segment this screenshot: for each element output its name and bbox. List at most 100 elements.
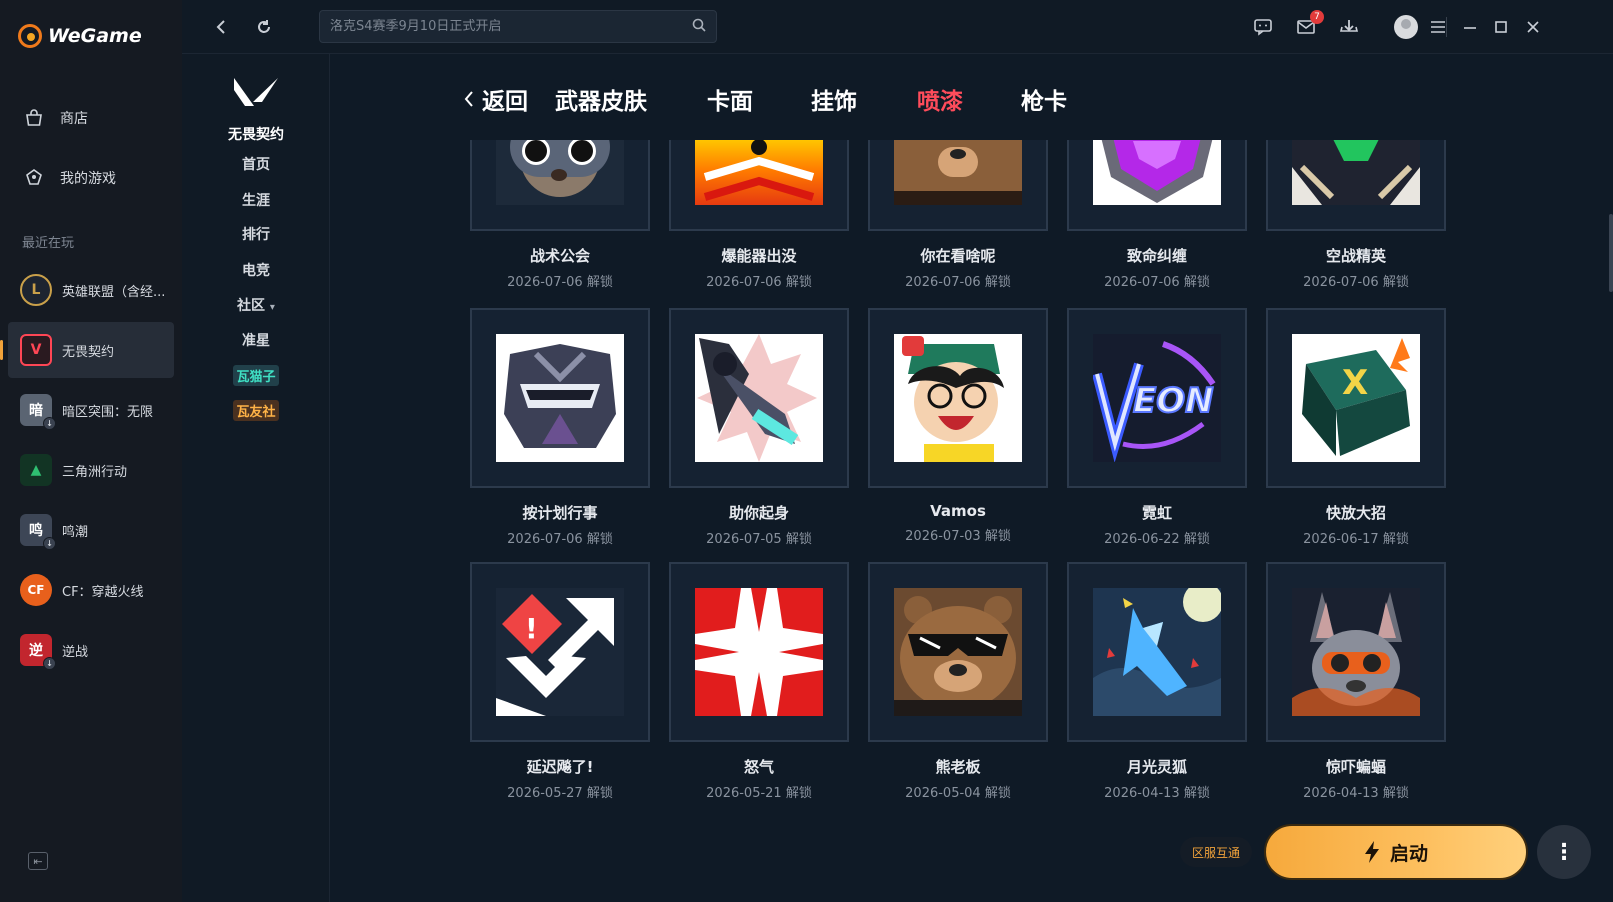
game-label: 英雄联盟（含经... [62, 284, 166, 300]
recent-game-wuthering-waves[interactable]: 鸣 ↓ 鸣潮 [8, 502, 174, 558]
recent-game-arena-breakout[interactable]: 暗 ↓ 暗区突围：无限 [8, 382, 174, 438]
spray-art-what-you-looking-at [894, 137, 1022, 205]
subnav-career[interactable]: 生涯 [182, 190, 330, 210]
back-arrow-icon[interactable] [208, 14, 234, 40]
tab-gun-cards[interactable]: 枪卡 [1021, 82, 1067, 116]
recent-game-crossfire[interactable]: CF CF：穿越火线 [8, 562, 174, 618]
recent-game-valorant[interactable]: V 无畏契约 [0, 322, 174, 378]
search-icon[interactable] [692, 18, 706, 36]
refresh-icon[interactable] [251, 14, 277, 40]
recent-game-lol[interactable]: L 英雄联盟（含经... [8, 262, 174, 318]
wegame-logo-icon [18, 24, 42, 48]
spray-unlock-date: 2026-07-03 解锁 [905, 529, 1011, 544]
lightning-icon [1364, 841, 1379, 863]
chat-icon[interactable] [1250, 14, 1276, 40]
wayoushe-badge: 瓦友社 [233, 400, 279, 421]
spray-frame [470, 137, 650, 231]
spray-art-fatal-entanglement [1093, 137, 1221, 205]
spray-card[interactable]: 爆能器出没 2026-07-06 解锁 [669, 137, 849, 290]
tab-weapon-skins[interactable]: 武器皮肤 [555, 82, 647, 116]
spray-unlock-date: 2026-07-06 解锁 [507, 275, 613, 290]
spray-title: 爆能器出没 [721, 247, 797, 265]
subnav-ranking[interactable]: 排行 [182, 224, 330, 244]
spray-art-help-you-up [695, 334, 823, 462]
spray-card[interactable]: 战术公会 2026-07-06 解锁 [470, 137, 650, 290]
spray-card[interactable]: X 快放大招 2026-06-17 解锁 [1266, 308, 1446, 547]
spray-title: 按计划行事 [522, 504, 598, 522]
download-icon: ↓ [43, 537, 56, 550]
crossfire-icon: CF [20, 574, 52, 606]
spray-unlock-date: 2026-06-17 解锁 [1303, 532, 1409, 547]
menu-icon[interactable] [1425, 14, 1451, 40]
spray-frame [1067, 137, 1247, 231]
spray-card[interactable]: 熊老板 2026-05-04 解锁 [868, 562, 1048, 801]
nav-store[interactable]: 商店 [22, 106, 88, 130]
subnav-crosshair[interactable]: 准星 [182, 330, 330, 350]
subnav-community[interactable]: 社区 ▾ [182, 295, 330, 315]
spray-art-according-to-plan [496, 334, 624, 462]
subnav-wayoushe[interactable]: 瓦友社 [182, 400, 330, 421]
recent-game-nizhan[interactable]: 逆 ↓ 逆战 [8, 622, 174, 678]
chevron-left-icon [464, 91, 473, 107]
maximize-icon[interactable] [1488, 14, 1514, 40]
minimize-icon[interactable] [1457, 14, 1483, 40]
region-interop-badge[interactable]: 区服互通 [1180, 837, 1253, 867]
spray-card[interactable]: 空战精英 2026-07-06 解锁 [1266, 137, 1446, 290]
user-avatar[interactable] [1394, 15, 1418, 39]
spray-title: 空战精英 [1325, 247, 1386, 265]
subnav-wamaozi[interactable]: 瓦猫子 [182, 365, 330, 386]
scrollbar[interactable] [1609, 214, 1613, 292]
valorant-v-icon [220, 74, 292, 124]
wegame-logo[interactable]: WeGame [18, 24, 142, 48]
spray-unlock-date: 2026-07-06 解锁 [706, 275, 812, 290]
download-manager-icon[interactable] [1336, 14, 1362, 40]
valorant-logo[interactable]: 无畏契约 [220, 74, 292, 144]
more-options-icon[interactable]: ⋮ [1537, 825, 1591, 879]
collapse-sidebar-icon[interactable]: ⇤ [28, 852, 48, 870]
spray-frame [669, 562, 849, 742]
spray-card[interactable]: 按计划行事 2026-07-06 解锁 [470, 308, 650, 547]
tab-sprays[interactable]: 喷漆 [917, 82, 963, 116]
spray-unlock-date: 2026-04-13 解锁 [1104, 786, 1210, 801]
spray-unlock-date: 2026-05-27 解锁 [507, 786, 613, 801]
spray-art-scary-bat [1292, 588, 1420, 716]
spray-card[interactable]: 月光灵狐 2026-04-13 解锁 [1067, 562, 1247, 801]
spray-card[interactable]: 怒气 2026-05-21 解锁 [669, 562, 849, 801]
spray-card[interactable]: Vamos 2026-07-03 解锁 [868, 308, 1048, 544]
spray-unlock-date: 2026-05-21 解锁 [706, 786, 812, 801]
spray-frame: EON [1067, 308, 1247, 488]
game-subnav: 无畏契约 首页 生涯 排行 电竞 社区 ▾ 准星 瓦猫子 瓦友社 [182, 54, 330, 902]
spray-art-tactical-guild [496, 137, 624, 205]
tab-cards[interactable]: 卡面 [707, 82, 753, 116]
spray-art-air-ace [1292, 137, 1420, 205]
spray-card[interactable]: EON 霓虹 2026-06-22 解锁 [1067, 308, 1247, 547]
spray-frame [669, 137, 849, 231]
delta-force-icon: ▲ [20, 454, 52, 486]
back-button[interactable]: 返回 [464, 82, 528, 116]
spray-title: Vamos [930, 502, 986, 520]
close-icon[interactable] [1520, 14, 1546, 40]
spray-card[interactable]: 致命纠缠 2026-07-06 解锁 [1067, 137, 1247, 290]
spray-title: 霓虹 [1141, 504, 1172, 522]
wuthering-waves-icon: 鸣 ↓ [20, 514, 56, 550]
subnav-esports[interactable]: 电竞 [182, 260, 330, 280]
launch-button[interactable]: 启动 [1264, 824, 1528, 880]
recent-title: 最近在玩 [22, 236, 75, 251]
mail-icon[interactable]: 7 [1293, 10, 1324, 40]
nav-my-games-label: 我的游戏 [60, 171, 116, 187]
spray-card[interactable]: ! 延迟飚了! 2026-05-27 解锁 [470, 562, 650, 801]
spray-card[interactable]: 助你起身 2026-07-05 解锁 [669, 308, 849, 547]
category-tabs: 返回 武器皮肤 卡面 挂饰 喷漆 枪卡 [330, 54, 1613, 140]
spray-unlock-date: 2026-07-06 解锁 [905, 275, 1011, 290]
spray-card[interactable]: 惊吓蝙蝠 2026-04-13 解锁 [1266, 562, 1446, 801]
valorant-icon: V [20, 334, 52, 366]
tab-charms[interactable]: 挂饰 [811, 82, 857, 116]
subnav-home[interactable]: 首页 [182, 154, 330, 174]
spray-card[interactable]: 你在看啥呢 2026-07-06 解锁 [868, 137, 1048, 290]
spray-frame [470, 308, 650, 488]
recent-game-delta-force[interactable]: ▲ 三角洲行动 [8, 442, 174, 498]
spray-art-blaster [695, 137, 823, 205]
search-input[interactable] [330, 19, 692, 34]
mail-badge: 7 [1310, 10, 1324, 24]
nav-my-games[interactable]: 我的游戏 [22, 166, 116, 190]
